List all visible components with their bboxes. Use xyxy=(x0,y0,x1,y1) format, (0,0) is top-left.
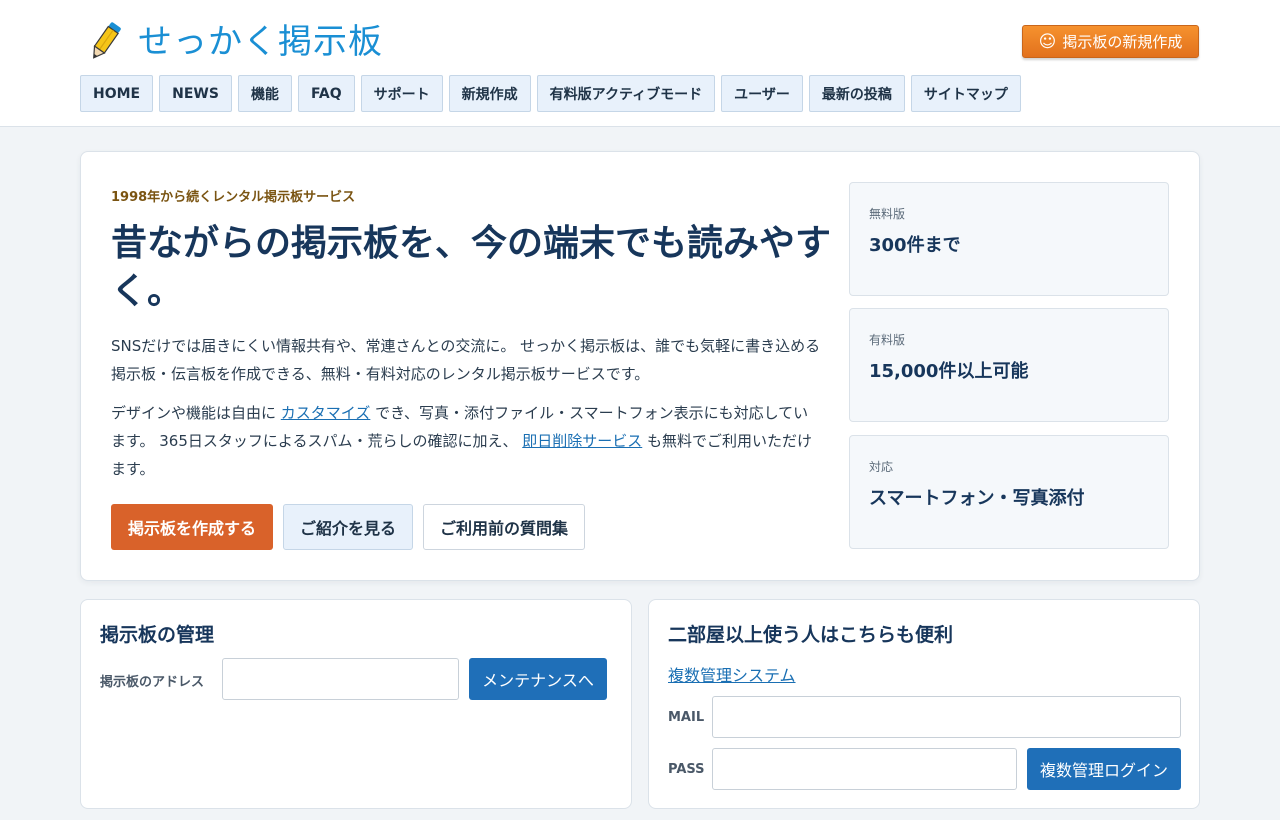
site-logo[interactable]: せっかく掲示板 xyxy=(86,20,383,64)
nav-item-news[interactable]: NEWS xyxy=(159,75,232,112)
hero-headline: 昔ながらの掲示板を、今の端末でも読みやすく。 xyxy=(111,223,832,312)
stat-value: 300件まで xyxy=(869,235,961,256)
nav-item-active-mode[interactable]: 有料版アクティブモード xyxy=(536,75,716,112)
mail-label: MAIL xyxy=(668,710,705,725)
nav-item-support[interactable]: サポート xyxy=(360,75,443,112)
multi-manage-card: 二部屋以上使う人はこちらも便利 複数管理システム MAIL PASS 複数管理ロ… xyxy=(648,599,1200,809)
nav-item-faq[interactable]: FAQ xyxy=(297,75,355,112)
address-input[interactable] xyxy=(222,658,459,700)
pass-label: PASS xyxy=(668,762,705,777)
create-board-button[interactable]: 掲示板を作成する xyxy=(111,504,273,550)
hero-eyebrow: 1998年から続くレンタル掲示板サービス xyxy=(111,190,356,205)
multi-login-button[interactable]: 複数管理ログイン xyxy=(1027,748,1181,790)
stat-card-paid: 有料版 15,000件以上可能 xyxy=(849,308,1169,422)
logo-text: せっかく掲示板 xyxy=(138,22,383,62)
pencil-icon xyxy=(93,22,121,59)
same-day-delete-link[interactable]: 即日削除サービス xyxy=(522,432,642,450)
stat-label: 無料版 xyxy=(869,207,906,221)
nav-item-features[interactable]: 機能 xyxy=(237,75,292,112)
mail-input[interactable] xyxy=(712,696,1181,738)
nav-item-latest-posts[interactable]: 最新の投稿 xyxy=(808,75,905,112)
new-board-label: 掲示板の新規作成 xyxy=(1062,33,1183,51)
nav-item-create[interactable]: 新規作成 xyxy=(448,75,531,112)
manage-card: 掲示板の管理 掲示板のアドレス メンテナンスへ xyxy=(80,599,632,809)
address-label: 掲示板のアドレス xyxy=(100,675,205,690)
desc-text: デザインや機能は自由に xyxy=(111,404,281,422)
nav-item-home[interactable]: HOME xyxy=(80,75,154,112)
faq-button[interactable]: ご利用前の質問集 xyxy=(423,504,585,550)
manage-title: 掲示板の管理 xyxy=(100,624,215,646)
stat-value: 15,000件以上可能 xyxy=(869,361,1029,382)
nav-item-users[interactable]: ユーザー xyxy=(721,75,803,112)
stat-value: スマートフォン・写真添付 xyxy=(869,488,1085,509)
new-board-button[interactable]: ☺ 掲示板の新規作成 xyxy=(1022,25,1199,58)
nav-item-sitemap[interactable]: サイトマップ xyxy=(910,75,1021,112)
multi-manage-system-link[interactable]: 複数管理システム xyxy=(668,662,796,686)
main-nav: HOME NEWS 機能 FAQ サポート 新規作成 有料版アクティブモード ユ… xyxy=(80,75,1021,112)
smile-icon: ☺ xyxy=(1038,31,1057,52)
intro-button[interactable]: ご紹介を見る xyxy=(283,504,413,550)
stat-label: 有料版 xyxy=(869,333,906,347)
hero-description-features: デザインや機能は自由に カスタマイズ でき、写真・添付ファイル・スマートフォン表… xyxy=(111,399,823,483)
hero-card: 1998年から続くレンタル掲示板サービス 昔ながらの掲示板を、今の端末でも読みや… xyxy=(80,151,1200,581)
customize-link[interactable]: カスタマイズ xyxy=(281,404,371,422)
hero-description: SNSだけでは届きにくい情報共有や、常連さんとの交流に。 せっかく掲示板は、誰で… xyxy=(111,337,821,383)
maintenance-button[interactable]: メンテナンスへ xyxy=(469,658,607,700)
multi-manage-title: 二部屋以上使う人はこちらも便利 xyxy=(668,624,954,646)
stat-card-support: 対応 スマートフォン・写真添付 xyxy=(849,435,1169,549)
stat-label: 対応 xyxy=(869,460,894,474)
site-header: せっかく掲示板 ☺ 掲示板の新規作成 HOME NEWS 機能 FAQ サポート… xyxy=(0,0,1280,127)
pass-input[interactable] xyxy=(712,748,1017,790)
stat-card-free: 無料版 300件まで xyxy=(849,182,1169,296)
